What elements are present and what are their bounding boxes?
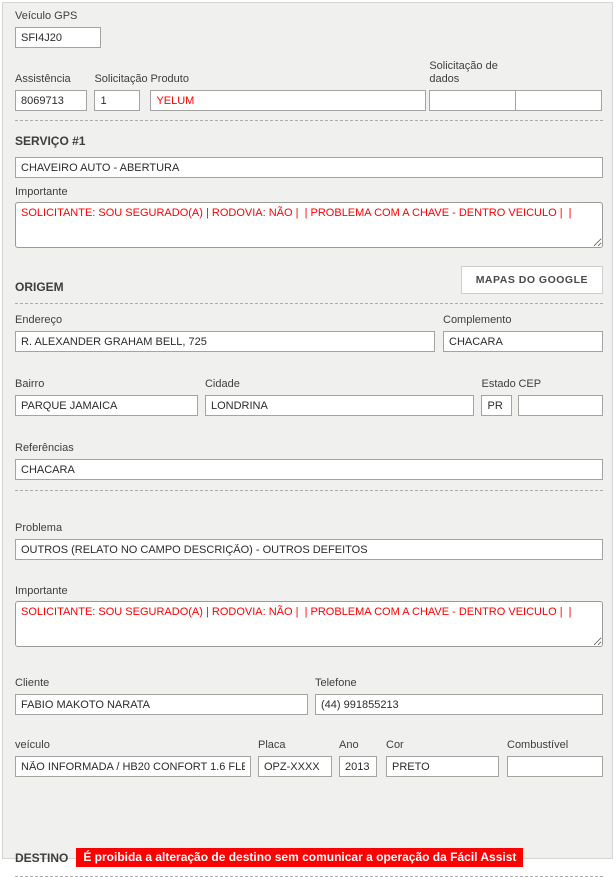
vehicle-row: veículo Placa Ano Cor Combustível: [15, 739, 603, 777]
client-row: Cliente Telefone: [15, 677, 603, 715]
solicitacao-dados-inputs: [429, 90, 603, 111]
destino-section-title: DESTINO: [15, 851, 68, 865]
veiculo-field-group: veículo: [15, 739, 251, 777]
solicitacao-dados-field-group: Solicitação de dados: [429, 60, 603, 111]
separator: [15, 490, 603, 491]
assistencia-input[interactable]: [15, 90, 87, 111]
veiculo-label: veículo: [15, 739, 251, 752]
telefone-input[interactable]: [315, 694, 603, 715]
servico-section-title: SERVIÇO #1: [15, 134, 603, 148]
ano-input[interactable]: [339, 756, 377, 777]
cliente-field-group: Cliente: [15, 677, 308, 715]
solicitacao-input[interactable]: [94, 90, 140, 111]
placa-input[interactable]: [258, 756, 332, 777]
placa-field-group: Placa: [258, 739, 332, 777]
origem-importante-label: Importante: [15, 585, 603, 598]
placa-label: Placa: [258, 739, 332, 752]
estado-field-group: Estado: [481, 378, 512, 416]
cep-input[interactable]: [518, 395, 603, 416]
bairro-input[interactable]: [15, 395, 198, 416]
google-maps-button[interactable]: MAPAS DO GOOGLE: [461, 266, 603, 294]
problema-input[interactable]: [15, 539, 603, 560]
cep-field-group: CEP: [518, 378, 603, 416]
combustivel-field-group: Combustível: [507, 739, 603, 777]
ano-field-group: Ano: [339, 739, 377, 777]
endereco-input[interactable]: [15, 331, 435, 352]
referencias-input[interactable]: [15, 459, 603, 480]
cliente-input[interactable]: [15, 694, 308, 715]
estado-label: Estado: [481, 378, 512, 391]
gps-label: Veículo GPS: [15, 10, 101, 23]
cor-field-group: Cor: [386, 739, 499, 777]
complemento-input[interactable]: [443, 331, 603, 352]
combustivel-input[interactable]: [507, 756, 603, 777]
separator: [15, 120, 603, 121]
origem-header-row: ORIGEM MAPAS DO GOOGLE: [15, 266, 603, 294]
separator: [15, 303, 603, 304]
telefone-field-group: Telefone: [315, 677, 603, 715]
assistencia-label: Assistência: [15, 73, 87, 86]
origem-importante-textarea[interactable]: SOLICITANTE: SOU SEGURADO(A) | RODOVIA: …: [15, 601, 603, 647]
problema-label: Problema: [15, 522, 603, 535]
referencias-label: Referências: [15, 442, 603, 455]
solicitacao-label: Solicitação: [94, 73, 140, 86]
assistance-form-panel: Veículo GPS Assistência Solicitação Prod…: [2, 2, 613, 859]
cep-label: CEP: [518, 378, 603, 391]
gps-input[interactable]: [15, 27, 101, 48]
complemento-field-group: Complemento: [443, 314, 603, 352]
solicitacao-dados-label: Solicitação de dados: [429, 60, 521, 86]
solicitacao-dados-input-2[interactable]: [515, 90, 602, 111]
combustivel-label: Combustível: [507, 739, 603, 752]
gps-field-group: Veículo GPS: [15, 10, 101, 48]
servico-importante-label: Importante: [15, 186, 603, 199]
bairro-label: Bairro: [15, 378, 198, 391]
cidade-label: Cidade: [205, 378, 475, 391]
veiculo-input[interactable]: [15, 756, 251, 777]
bairro-field-group: Bairro: [15, 378, 198, 416]
solicitacao-dados-input-1[interactable]: [429, 90, 516, 111]
assistance-row: Assistência Solicitação Produto Solicita…: [15, 60, 603, 111]
endereco-label: Endereço: [15, 314, 435, 327]
solicitacao-field-group: Solicitação: [94, 73, 140, 111]
ano-label: Ano: [339, 739, 377, 752]
estado-input[interactable]: [481, 395, 512, 416]
complemento-label: Complemento: [443, 314, 603, 327]
cor-input[interactable]: [386, 756, 499, 777]
destino-warning-banner: É proibida a alteração de destino sem co…: [76, 848, 523, 867]
produto-label: Produto: [150, 73, 426, 86]
address-row: Endereço Complemento: [15, 314, 603, 352]
produto-field-group: Produto: [150, 73, 426, 111]
cidade-field-group: Cidade: [205, 378, 475, 416]
servico-importante-textarea[interactable]: SOLICITANTE: SOU SEGURADO(A) | RODOVIA: …: [15, 202, 603, 248]
produto-input[interactable]: [150, 90, 426, 111]
cor-label: Cor: [386, 739, 499, 752]
destino-header-row: DESTINO É proibida a alteração de destin…: [15, 848, 603, 867]
district-row: Bairro Cidade Estado CEP: [15, 378, 603, 416]
cidade-input[interactable]: [205, 395, 475, 416]
endereco-field-group: Endereço: [15, 314, 435, 352]
assistencia-field-group: Assistência: [15, 73, 87, 111]
origem-section-title: ORIGEM: [15, 280, 64, 294]
cliente-label: Cliente: [15, 677, 308, 690]
servico-input[interactable]: [15, 157, 603, 178]
telefone-label: Telefone: [315, 677, 603, 690]
